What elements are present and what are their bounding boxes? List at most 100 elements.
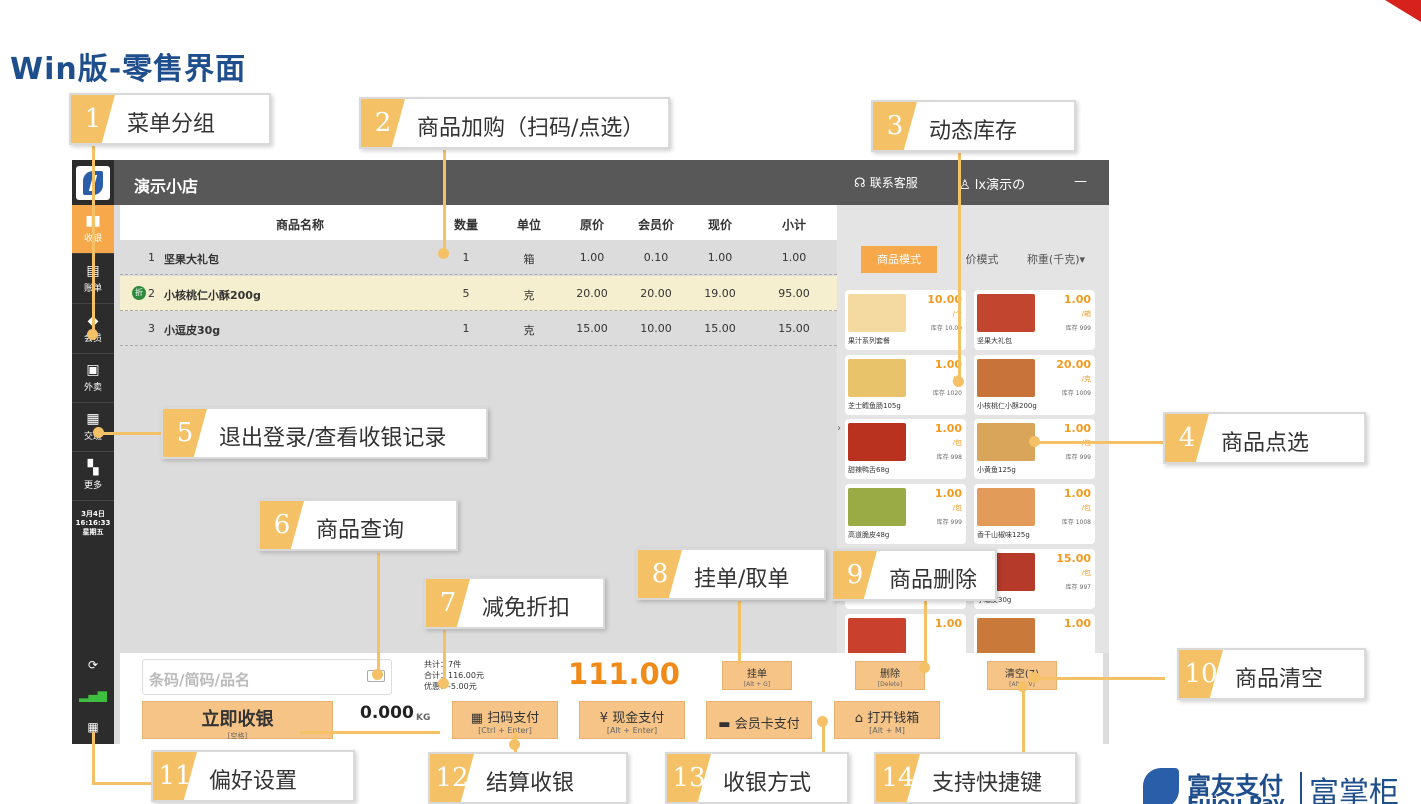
- refresh-icon[interactable]: ⟳: [72, 658, 114, 672]
- bottom-bar: 条码/简码/品名 共计：7件 合计：116.00元 优惠：-5.00元 111.…: [120, 653, 1103, 744]
- discount-amount[interactable]: 优惠：-5.00元: [424, 681, 484, 692]
- connector-dot: [817, 716, 828, 727]
- row-unit: 箱: [523, 253, 535, 266]
- card-price: 1.00: [934, 422, 962, 435]
- connector-line: [443, 150, 446, 253]
- callout-number: 1: [71, 95, 115, 143]
- callout-number: 13: [667, 754, 711, 802]
- row-name: 坚果大礼包: [164, 253, 219, 266]
- card-name: 小核桃仁小酥200g: [977, 402, 1037, 410]
- row-qty: 5: [462, 287, 470, 300]
- row-qty: 1: [462, 251, 470, 264]
- card-stock: 库存 1009: [1061, 390, 1091, 397]
- callout-text: 退出登录/查看收银记录: [219, 426, 447, 451]
- product-card[interactable]: 1.00/包 库存 999 高道脆皮48g: [845, 484, 966, 544]
- hold-order-button[interactable]: 挂单 [Alt + G]: [722, 661, 792, 690]
- connector-line: [443, 630, 446, 684]
- card-unit: /包: [1081, 569, 1091, 577]
- row-orig-price: 15.00: [576, 322, 608, 335]
- product-image: [977, 618, 1035, 656]
- callout-number: 6: [260, 501, 304, 549]
- grand-total: 111.00: [568, 657, 680, 691]
- product-image: [977, 294, 1035, 332]
- product-card[interactable]: 1.00/包 库存 998 甜辣鸭舌68g: [845, 419, 966, 479]
- drawer-icon: ⌂: [854, 711, 868, 726]
- card-price: 10.00: [927, 293, 962, 306]
- callout-text: 减免折扣: [482, 596, 571, 621]
- row-orig-price: 20.00: [576, 287, 608, 300]
- cash-pay-button[interactable]: ¥ 现金支付 [Alt + Enter]: [579, 701, 685, 739]
- sidebar-item-handover[interactable]: ▦ 交班: [72, 403, 114, 452]
- sidebar-item-takeout[interactable]: ▣ 外卖: [72, 354, 114, 403]
- scale-select[interactable]: 称重(千克)▾: [1023, 246, 1089, 273]
- card-price: 1.00: [934, 617, 962, 630]
- hold-shortcut: [Alt + G]: [743, 681, 771, 688]
- callout-number: 2: [361, 99, 405, 147]
- product-card[interactable]: 1.00/包 库存 1008 香干山椒味125g: [974, 484, 1095, 544]
- card-name: 果汁系列套餐: [848, 337, 890, 345]
- product-card[interactable]: 1.00/包库存 1020芝士鳕鱼肠105g: [845, 355, 966, 415]
- product-card[interactable]: 20.00/克 库存 1009 小核桃仁小酥200g: [974, 355, 1095, 415]
- clock: 3月4日 16:16:33 星期五: [72, 510, 114, 537]
- card-name: 高道脆皮48g: [848, 531, 890, 539]
- callout-2: 2 商品加购（扫码/点选）: [359, 97, 670, 149]
- brand-sub: Fuiou Pay: [1187, 793, 1285, 804]
- card-pay-button[interactable]: ▬ 会员卡支付: [706, 701, 812, 739]
- callout-text: 商品加购（扫码/点选）: [417, 116, 645, 141]
- delete-button[interactable]: 删除 [Delete]: [855, 661, 925, 690]
- row-subtotal: 95.00: [778, 287, 810, 300]
- product-image: [848, 359, 906, 397]
- search-input[interactable]: 条码/简码/品名: [142, 659, 392, 695]
- corner-decoration: [1385, 0, 1421, 22]
- row-subtotal: 15.00: [778, 322, 810, 335]
- user-menu[interactable]: ♙ lx演示の: [959, 174, 1025, 193]
- support-link[interactable]: ☊ 联系客服: [854, 174, 918, 191]
- minimize-button[interactable]: —: [1074, 174, 1087, 189]
- callout-number: 11: [153, 752, 197, 800]
- product-image: [848, 618, 906, 656]
- discount-badge: 折: [132, 286, 146, 300]
- table-header: 商品名称 数量 单位 原价 会员价 现价 小计: [120, 205, 837, 240]
- total-amount: 合计：116.00元: [424, 671, 484, 680]
- callout-text: 结算收银: [486, 771, 575, 796]
- row-unit: 克: [523, 289, 535, 302]
- connector-dot: [87, 329, 98, 340]
- connector-dot: [953, 376, 964, 387]
- weight-readout: 0.000: [360, 703, 414, 723]
- product-image: [848, 294, 906, 332]
- clock-date: 3月4日: [81, 510, 105, 518]
- sidebar-item-more[interactable]: ▚ 更多: [72, 452, 114, 501]
- callout-9: 9 商品删除: [831, 549, 997, 601]
- col-header: 数量: [453, 218, 478, 232]
- cash-pay-shortcut: [Alt + Enter]: [606, 726, 658, 735]
- card-stock: 库存 1020: [932, 390, 962, 397]
- row-subtotal: 1.00: [781, 251, 807, 264]
- product-card[interactable]: 10.00/个库存 10.00果汁系列套餐: [845, 290, 966, 350]
- product-card[interactable]: 1.00/箱 库存 999 坚果大礼包: [974, 290, 1095, 350]
- connector-dot: [919, 662, 930, 673]
- scan-pay-button[interactable]: ▦ 扫码支付 [Ctrl + Enter]: [452, 701, 558, 739]
- cash-drawer-shortcut: [Alt + M]: [869, 726, 905, 735]
- callout-14: 14 支持快捷键: [874, 752, 1077, 804]
- callout-3: 3 动态库存: [871, 100, 1076, 152]
- product-card[interactable]: 1.00/包库存 999小黄鱼125g: [974, 419, 1095, 479]
- connector-line: [98, 432, 162, 435]
- card-price: 1.00: [1063, 422, 1091, 435]
- table-row[interactable]: 3 小逗皮30g 1 克 15.00 10.00 15.00 15.00: [120, 311, 837, 346]
- brand-separator: [1300, 772, 1302, 804]
- connector-dot: [372, 669, 383, 680]
- connector-line: [92, 782, 158, 785]
- callout-13: 13 收银方式: [665, 752, 849, 804]
- sidebar-item-label: 更多: [83, 481, 102, 491]
- card-name: 甜辣鸭舌68g: [848, 466, 890, 474]
- table-row[interactable]: 1 坚果大礼包 1 箱 1.00 0.10 1.00 1.00: [120, 240, 837, 275]
- tab-goods-mode[interactable]: 商品模式: [861, 246, 937, 273]
- collapse-arrow-icon[interactable]: ›: [837, 423, 845, 453]
- card-price: 15.00: [1056, 552, 1091, 565]
- cash-drawer-button[interactable]: ⌂ 打开钱箱 [Alt + M]: [834, 701, 940, 739]
- connector-dot: [1029, 436, 1040, 447]
- card-name: 芝士鳕鱼肠105g: [848, 402, 901, 410]
- table-row[interactable]: 折 2 小核桃仁小酥200g 5 克 20.00 20.00 19.00 95.…: [120, 276, 837, 311]
- slide: Win版-零售界面 ▮▮ 收银 ▤ 账单 ◆ 会员 ▣ 外卖 ▦ 交班: [0, 0, 1421, 804]
- card-stock: 库存 999: [1065, 325, 1091, 332]
